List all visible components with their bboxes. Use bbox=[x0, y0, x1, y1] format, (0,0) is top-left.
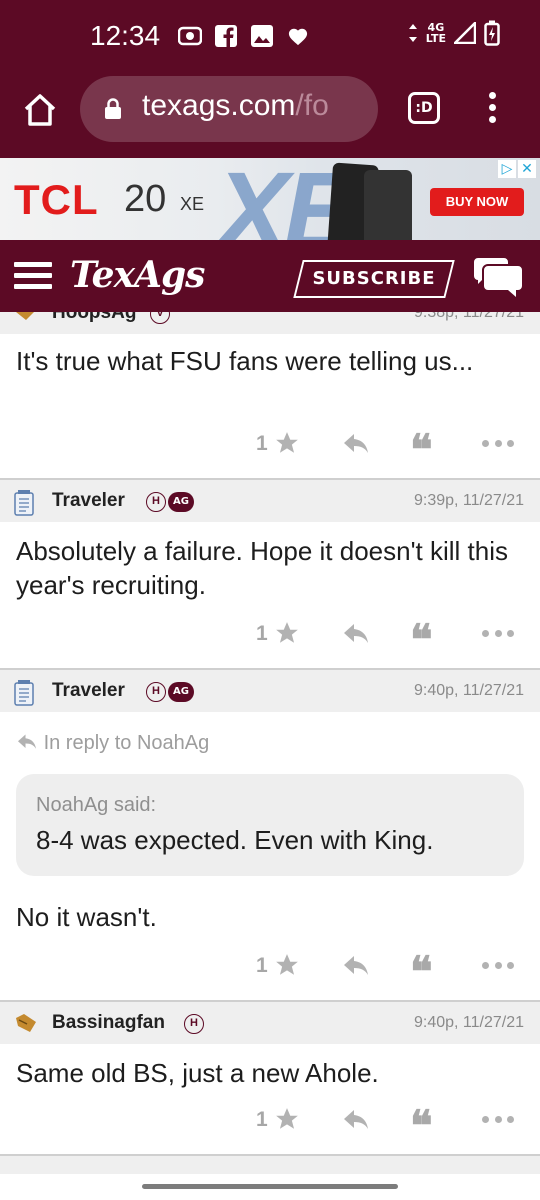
post-date: 9:38p, 11/27/21 bbox=[413, 312, 524, 321]
like-count: 1 bbox=[256, 622, 268, 645]
more-options-icon[interactable] bbox=[482, 1116, 514, 1124]
site-header: TexAgs SUBSCRIBE bbox=[0, 240, 540, 312]
quote-icon[interactable]: ❝ bbox=[410, 428, 433, 472]
network-lte: LTE bbox=[425, 32, 446, 45]
heart-icon bbox=[286, 24, 310, 48]
chat-icon[interactable] bbox=[472, 256, 524, 298]
status-notification-icons bbox=[178, 24, 310, 48]
like-count: 1 bbox=[256, 1108, 268, 1131]
user-icon bbox=[14, 312, 36, 326]
post-header-partial bbox=[0, 1154, 540, 1174]
ad-brand: TCL bbox=[14, 176, 99, 223]
reply-arrow-icon bbox=[18, 734, 36, 749]
user-icon bbox=[14, 1012, 36, 1036]
post-body: Absolutely a failure. Hope it doesn't ki… bbox=[16, 536, 508, 600]
subscribe-label: SUBSCRIBE bbox=[312, 268, 436, 289]
reply-icon[interactable] bbox=[342, 954, 370, 978]
quote-text: 8-4 was expected. Even with King. bbox=[36, 825, 434, 855]
post-header: HoopsAg V 9:38p, 11/27/21 bbox=[0, 312, 540, 334]
signal-icon bbox=[454, 22, 476, 44]
post-date: 9:40p, 11/27/21 bbox=[413, 682, 524, 699]
ag-badge: AG bbox=[168, 492, 194, 512]
more-options-icon[interactable] bbox=[482, 440, 514, 448]
post-actions: 1 ❝ bbox=[0, 618, 540, 662]
screen-record-icon bbox=[178, 24, 202, 48]
like-count: 1 bbox=[256, 432, 268, 455]
url-path: /fo bbox=[295, 89, 329, 122]
post-actions: 1 ❝ bbox=[0, 950, 540, 994]
data-arrows-icon bbox=[408, 24, 417, 42]
post-header: Traveler H AG 9:39p, 11/27/21 bbox=[0, 478, 540, 522]
post-author[interactable]: Traveler bbox=[52, 490, 125, 512]
ag-badge: AG bbox=[168, 682, 194, 702]
status-system-icons: 4G LTE bbox=[408, 20, 500, 46]
post-date: 9:39p, 11/27/21 bbox=[413, 492, 524, 509]
ad-model: 20 bbox=[124, 178, 167, 220]
subscribe-button[interactable]: SUBSCRIBE bbox=[293, 260, 455, 298]
star-icon[interactable] bbox=[274, 620, 300, 646]
post-author[interactable]: Traveler bbox=[52, 680, 125, 702]
quote-author: NoahAg said: bbox=[36, 794, 157, 816]
more-options-icon[interactable] bbox=[482, 962, 514, 970]
in-reply-to-link[interactable]: In reply to NoahAg bbox=[16, 732, 209, 755]
network-type: 4G LTE bbox=[426, 22, 446, 44]
post-header: Traveler H AG 9:40p, 11/27/21 bbox=[0, 668, 540, 712]
user-badge: H bbox=[146, 682, 166, 702]
more-options-icon[interactable] bbox=[482, 630, 514, 638]
user-badge: V bbox=[150, 312, 170, 324]
post-body: No it wasn't. bbox=[16, 902, 157, 932]
post-author[interactable]: HoopsAg bbox=[52, 312, 136, 324]
quote-icon[interactable]: ❝ bbox=[410, 618, 433, 662]
ad-banner[interactable]: TCL 20 XE XE BUY NOW ▷ ✕ bbox=[0, 158, 540, 240]
post-actions: 1 ❝ bbox=[0, 1104, 540, 1148]
post-body: It's true what FSU fans were telling us.… bbox=[16, 346, 474, 376]
reply-icon[interactable] bbox=[342, 432, 370, 456]
quote-icon[interactable]: ❝ bbox=[410, 950, 433, 994]
browser-toolbar: texags.com/fo :D bbox=[0, 72, 540, 158]
reply-icon[interactable] bbox=[342, 1108, 370, 1132]
url-host: texags.com bbox=[142, 89, 296, 122]
ad-model-suffix: XE bbox=[180, 194, 205, 214]
notepad-icon bbox=[14, 680, 36, 706]
notepad-icon bbox=[14, 490, 36, 516]
battery-charging-icon bbox=[484, 20, 500, 46]
facebook-icon bbox=[214, 24, 238, 48]
adchoices-icon[interactable]: ▷ ✕ bbox=[498, 160, 536, 178]
home-gesture-handle[interactable] bbox=[142, 1184, 398, 1189]
user-badge: H bbox=[146, 492, 166, 512]
post-actions: 1 ❝ bbox=[0, 428, 540, 472]
star-icon[interactable] bbox=[274, 1106, 300, 1132]
status-time: 12:34 bbox=[90, 20, 161, 51]
in-reply-to-text: In reply to NoahAg bbox=[43, 732, 210, 754]
quote-block: NoahAg said: 8-4 was expected. Even with… bbox=[16, 774, 524, 876]
quote-icon[interactable]: ❝ bbox=[410, 1104, 433, 1148]
user-badge: H bbox=[184, 1014, 204, 1034]
home-icon[interactable] bbox=[22, 92, 58, 128]
post-body: Same old BS, just a new Ahole. bbox=[16, 1058, 379, 1088]
tab-switcher-button[interactable]: :D bbox=[408, 92, 440, 124]
url-bar[interactable]: texags.com/fo bbox=[80, 76, 378, 142]
star-icon[interactable] bbox=[274, 430, 300, 456]
gesture-bar bbox=[0, 1174, 540, 1200]
status-bar: 12:34 4G LTE bbox=[0, 0, 540, 72]
ad-phone-image bbox=[364, 170, 412, 240]
browser-menu-icon[interactable] bbox=[486, 92, 498, 126]
image-icon bbox=[250, 24, 274, 48]
site-logo[interactable]: TexAgs bbox=[70, 254, 205, 296]
post-header: Bassinagfan H 9:40p, 11/27/21 bbox=[0, 1000, 540, 1044]
like-count: 1 bbox=[256, 954, 268, 977]
url-text: texags.com/fo bbox=[142, 89, 329, 123]
reply-icon[interactable] bbox=[342, 622, 370, 646]
post-date: 9:40p, 11/27/21 bbox=[413, 1014, 524, 1031]
post-author[interactable]: Bassinagfan bbox=[52, 1012, 165, 1034]
posts-feed: HoopsAg V 9:38p, 11/27/21 It's true what… bbox=[0, 312, 540, 1174]
star-icon[interactable] bbox=[274, 952, 300, 978]
ad-buy-now-button[interactable]: BUY NOW bbox=[430, 188, 524, 216]
lock-icon bbox=[105, 98, 121, 119]
hamburger-menu-icon[interactable] bbox=[14, 262, 52, 290]
